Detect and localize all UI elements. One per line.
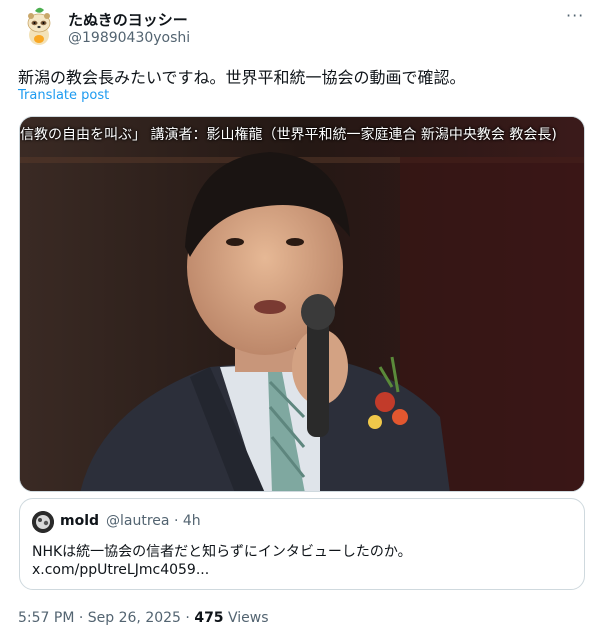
post-footer: 5:57 PM · Sep 26, 2025 · 475 Views [18, 610, 269, 626]
video-caption-bar: 信教の自由を叫ぶ」 講演者：影山権龍（世界平和統一家庭連合 新潟中央教会 教会長… [20, 117, 584, 151]
post-text: 新潟の教会長みたいですね。世界平和統一協会の動画で確認。 [18, 68, 466, 87]
post-time[interactable]: 5:57 PM [18, 610, 74, 626]
mold-avatar-icon [32, 511, 54, 533]
video-player[interactable]: 信教の自由を叫ぶ」 講演者：影山権龍（世界平和統一家庭連合 新潟中央教会 教会長… [19, 116, 585, 492]
views-label: Views [228, 610, 269, 626]
footer-separator: · [78, 610, 84, 626]
footer-separator-2: · [185, 610, 190, 626]
quoted-time[interactable]: 4h [183, 513, 201, 529]
avatar[interactable] [18, 6, 60, 48]
quoted-handle[interactable]: @lautrea [106, 513, 169, 529]
display-name[interactable]: たぬきのヨッシー [68, 9, 188, 30]
quoted-post[interactable]: mold @lautrea · 4h NHKは統一協会の信者だと知らずにインタビ… [19, 498, 585, 590]
post-card: たぬきのヨッシー @19890430yoshi ··· 新潟の教会長みたいですね… [0, 0, 609, 639]
quoted-meta: @lautrea · 4h [106, 513, 201, 529]
translate-post-link[interactable]: Translate post [18, 88, 109, 103]
more-options-icon[interactable]: ··· [566, 6, 584, 25]
tanuki-avatar-icon [18, 6, 60, 48]
quoted-separator: · [173, 513, 179, 529]
user-handle[interactable]: @19890430yoshi [68, 30, 190, 46]
post-date[interactable]: Sep 26, 2025 [88, 610, 181, 626]
video-frame-image [20, 117, 584, 491]
quoted-link[interactable]: x.com/ppUtreLJmc4059... [32, 562, 209, 578]
views-count: 475 [194, 610, 224, 626]
quoted-avatar[interactable] [32, 511, 54, 533]
quoted-display-name[interactable]: mold [60, 513, 99, 529]
quoted-text: NHKは統一協会の信者だと知らずにインタビューしたのか。 [32, 544, 412, 560]
video-caption: 信教の自由を叫ぶ」 講演者：影山権龍（世界平和統一家庭連合 新潟中央教会 教会長… [20, 127, 557, 143]
